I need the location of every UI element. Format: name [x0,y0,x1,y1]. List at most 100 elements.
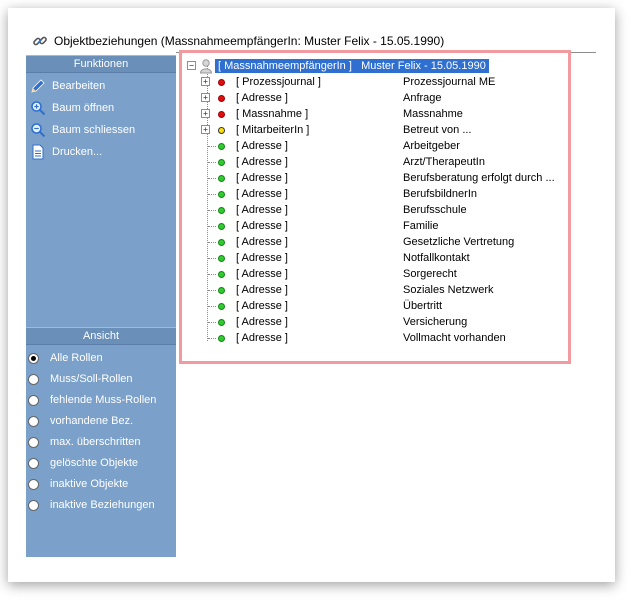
node-role: [ Adresse ] [236,140,288,152]
view-option-mandatory-roles[interactable]: Muss/Soll-Rollen [26,370,176,388]
radio-button[interactable] [28,373,39,385]
status-green-icon [218,255,225,262]
tree-node[interactable]: [ Adresse ] BerufsbildnerIn [182,186,562,202]
node-description: Arbeitgeber [403,140,460,152]
expand-toggle[interactable]: + [201,93,210,102]
node-description: Vollmacht vorhanden [403,332,506,344]
expand-toggle[interactable]: + [201,125,210,134]
tree-node[interactable]: [ Adresse ] Sorgerecht [182,266,562,282]
relationship-tree[interactable]: − [ MassnahmeempfängerIn ] Muster Felix … [179,50,571,364]
tree-node[interactable]: [ Adresse ] Arzt/TherapeutIn [182,154,562,170]
collapse-toggle[interactable]: − [187,61,196,70]
radio-button[interactable] [28,394,39,406]
status-red-icon [218,95,225,102]
tree-node[interactable]: [ Adresse ] Übertritt [182,298,562,314]
radio-button[interactable] [28,499,39,511]
print-function-label: Drucken... [52,146,103,158]
view-option-inactive-objects[interactable]: inaktive Objekte [26,475,176,493]
tree-node[interactable]: + [ Adresse ] Anfrage [182,90,562,106]
tree-connector [208,226,216,227]
node-description: Sorgerecht [403,268,457,280]
open-tree-function-label: Baum öffnen [52,102,115,114]
tree-connector [208,210,216,211]
node-description: Arzt/TherapeutIn [403,156,485,168]
tree-node[interactable]: [ Adresse ] Versicherung [182,314,562,330]
node-description: Anfrage [403,92,442,104]
status-green-icon [218,271,225,278]
tree-node[interactable]: [ Adresse ] Familie [182,218,562,234]
status-red-icon [218,79,225,86]
expand-toggle[interactable]: + [201,109,210,118]
tree-connector [208,274,216,275]
status-green-icon [218,207,225,214]
tree-root-node[interactable]: − [ MassnahmeempfängerIn ] Muster Felix … [182,58,562,74]
view-option-all-roles[interactable]: Alle Rollen [26,349,176,367]
radio-button[interactable] [28,478,39,490]
node-description: Gesetzliche Vertretung [403,236,515,248]
radio-button[interactable] [28,415,39,427]
radio-button[interactable] [28,352,39,364]
tree-node[interactable]: [ Adresse ] Berufsschule [182,202,562,218]
status-green-icon [218,223,225,230]
status-green-icon [218,191,225,198]
view-option-deleted-objects[interactable]: gelöschte Objekte [26,454,176,472]
node-role: [ Adresse ] [236,332,288,344]
node-description: Familie [403,220,439,232]
zoom-in-icon [28,99,48,117]
tree-connector [208,178,216,179]
view-option-max-exceeded[interactable]: max. überschritten [26,433,176,451]
node-role: [ Adresse ] [236,284,288,296]
view-option-label: Alle Rollen [50,352,103,364]
node-role: [ Adresse ] [236,300,288,312]
view-option-label: gelöschte Objekte [50,457,139,469]
person-icon [199,59,213,74]
status-green-icon [218,143,225,150]
view-option-label: Muss/Soll-Rollen [50,373,133,385]
node-description: Übertritt [403,300,443,312]
view-option-label: fehlende Muss-Rollen [50,394,157,406]
node-role: [ Adresse ] [236,316,288,328]
tree-connector [208,242,216,243]
close-tree-function[interactable]: Baum schliessen [26,121,176,139]
status-green-icon [218,287,225,294]
edit-function[interactable]: Bearbeiten [26,77,176,95]
status-green-icon [218,239,225,246]
status-green-icon [218,303,225,310]
tree-node[interactable]: [ Adresse ] Notfallkontakt [182,250,562,266]
node-role: [ MitarbeiterIn ] [236,124,310,136]
tree-node[interactable]: [ Adresse ] Soziales Netzwerk [182,282,562,298]
tree-node[interactable]: [ Adresse ] Vollmacht vorhanden [182,330,562,346]
node-description: Betreut von ... [403,124,472,136]
node-description: Berufsschule [403,204,467,216]
view-option-label: vorhandene Bez. [50,415,134,427]
view-option-label: inaktive Objekte [50,478,129,490]
view-header: Ansicht [26,327,176,345]
node-description: Versicherung [403,316,468,328]
view-option-missing-roles[interactable]: fehlende Muss-Rollen [26,391,176,409]
tree-node[interactable]: [ Adresse ] Arbeitgeber [182,138,562,154]
node-description: Berufsberatung erfolgt durch ... [403,172,555,184]
expand-toggle[interactable]: + [201,77,210,86]
open-tree-function[interactable]: Baum öffnen [26,99,176,117]
tree-node[interactable]: [ Adresse ] Gesetzliche Vertretung [182,234,562,250]
node-role: [ Adresse ] [236,172,288,184]
tree-node[interactable]: + [ Massnahme ] Massnahme [182,106,562,122]
status-yellow-icon [218,127,225,134]
tree-node[interactable]: [ Adresse ] Berufsberatung erfolgt durch… [182,170,562,186]
node-role: [ Adresse ] [236,220,288,232]
radio-button[interactable] [28,436,39,448]
tree-node[interactable]: + [ Prozessjournal ] Prozessjournal ME [182,74,562,90]
link-icon [33,36,47,46]
view-option-existing-relations[interactable]: vorhandene Bez. [26,412,176,430]
selected-root-label[interactable]: [ MassnahmeempfängerIn ] Muster Felix - … [215,59,489,73]
node-description: Massnahme [403,108,463,120]
radio-button[interactable] [28,457,39,469]
print-function[interactable]: Drucken... [26,143,176,161]
node-role: [ Prozessjournal ] [236,76,321,88]
window-title-bar: Objektbeziehungen (MassnahmeempfängerIn:… [32,33,444,49]
view-option-inactive-relations[interactable]: inaktive Beziehungen [26,496,176,514]
close-tree-function-label: Baum schliessen [52,124,136,136]
node-role: [ Adresse ] [236,268,288,280]
tree-node[interactable]: + [ MitarbeiterIn ] Betreut von ... [182,122,562,138]
status-green-icon [218,159,225,166]
